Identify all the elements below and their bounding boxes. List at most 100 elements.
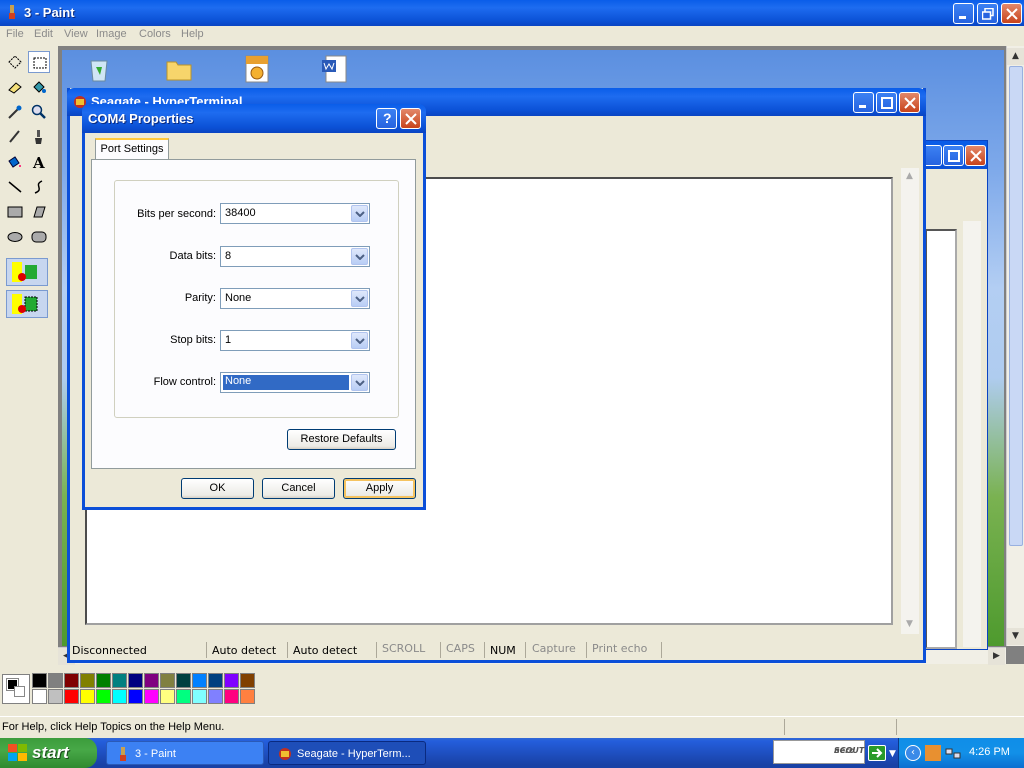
apply-button[interactable]: Apply: [343, 478, 416, 499]
data-bits-select[interactable]: 8: [220, 246, 370, 267]
minimize-button[interactable]: [953, 3, 974, 24]
network-icon[interactable]: [945, 745, 961, 761]
color-swatch[interactable]: [176, 689, 191, 704]
current-colors[interactable]: [2, 674, 30, 704]
line-icon[interactable]: [4, 176, 26, 198]
ht-close-button[interactable]: [899, 92, 920, 113]
menu-image[interactable]: Image: [96, 28, 127, 40]
menu-colors[interactable]: Colors: [139, 28, 171, 40]
restore-defaults-button[interactable]: Restore Defaults: [287, 429, 396, 450]
text-tool-icon[interactable]: A: [28, 151, 50, 173]
color-swatch[interactable]: [112, 689, 127, 704]
color-swatch[interactable]: [192, 689, 207, 704]
scroll-down-icon[interactable]: ▼: [1007, 628, 1024, 645]
transparency-opaque-icon[interactable]: [6, 258, 48, 286]
vertical-scroll-thumb[interactable]: [1009, 66, 1023, 546]
color-swatch[interactable]: [64, 673, 79, 688]
taskbar-item-hyperterminal[interactable]: Seagate - HyperTerm...: [268, 741, 426, 765]
color-swatch[interactable]: [192, 673, 207, 688]
chevron-down-icon[interactable]: [351, 374, 368, 391]
brush-icon[interactable]: [28, 126, 50, 148]
color-swatch[interactable]: [160, 673, 175, 688]
terminal-scroll-down-icon[interactable]: ▼: [901, 616, 918, 633]
color-swatch[interactable]: [224, 673, 239, 688]
menu-view[interactable]: View: [64, 28, 88, 40]
bg-maximize-button[interactable]: [943, 145, 964, 166]
transparency-clear-icon[interactable]: [6, 290, 48, 318]
color-swatch[interactable]: [80, 673, 95, 688]
tab-port-settings[interactable]: Port Settings: [95, 138, 169, 160]
rounded-rect-icon[interactable]: [28, 226, 50, 248]
bits-per-second-select[interactable]: 38400: [220, 203, 370, 224]
color-swatch[interactable]: [48, 673, 63, 688]
flow-control-select[interactable]: None: [220, 372, 370, 393]
eraser-icon[interactable]: [4, 76, 26, 98]
terminal-scroll-up-icon[interactable]: ▲: [901, 168, 918, 185]
color-swatch[interactable]: [64, 689, 79, 704]
menu-edit[interactable]: Edit: [34, 28, 53, 40]
chevron-down-icon[interactable]: [351, 332, 368, 349]
ellipse-icon[interactable]: [4, 226, 26, 248]
menu-help[interactable]: Help: [181, 28, 204, 40]
bg-close-button[interactable]: [965, 145, 986, 166]
color-swatch[interactable]: [144, 689, 159, 704]
terminal-scrollbar[interactable]: ▲ ▼: [901, 168, 919, 634]
color-swatch[interactable]: [208, 689, 223, 704]
color-swatch[interactable]: [144, 673, 159, 688]
fill-bucket-icon[interactable]: [28, 76, 50, 98]
scroll-up-icon[interactable]: ▲: [1007, 48, 1024, 65]
curve-icon[interactable]: [28, 176, 50, 198]
dialog-close-button[interactable]: [400, 108, 421, 129]
magnifier-icon[interactable]: [28, 101, 50, 123]
color-swatch[interactable]: [80, 689, 95, 704]
color-swatch[interactable]: [32, 689, 47, 704]
chevron-down-icon[interactable]: [351, 290, 368, 307]
color-swatch[interactable]: [224, 689, 239, 704]
chevron-down-icon[interactable]: [351, 248, 368, 265]
parity-select[interactable]: None: [220, 288, 370, 309]
close-button[interactable]: [1001, 3, 1022, 24]
color-swatch[interactable]: [112, 673, 127, 688]
ht-maximize-button[interactable]: [876, 92, 897, 113]
rect-select-icon[interactable]: [28, 51, 50, 73]
color-swatch[interactable]: [240, 689, 255, 704]
color-swatch[interactable]: [96, 689, 111, 704]
nero-scout-icon[interactable]: nero SCOUT: [773, 740, 865, 764]
bg-scrollbar[interactable]: [963, 221, 981, 647]
ht-minimize-button[interactable]: [853, 92, 874, 113]
rectangle-icon[interactable]: [4, 201, 26, 223]
chevron-down-icon[interactable]: ▼: [889, 749, 896, 759]
polygon-icon[interactable]: [28, 201, 50, 223]
start-button[interactable]: start: [0, 738, 97, 768]
color-swatch[interactable]: [128, 689, 143, 704]
paint-title-bar: 3 - Paint: [0, 0, 1024, 26]
canvas-vertical-scrollbar[interactable]: ▲ ▼: [1006, 46, 1024, 646]
color-picker-icon[interactable]: [4, 101, 26, 123]
free-select-icon[interactable]: [4, 51, 26, 73]
airbrush-icon[interactable]: [4, 151, 26, 173]
color-swatch[interactable]: [176, 673, 191, 688]
color-swatch[interactable]: [96, 673, 111, 688]
restore-button[interactable]: [977, 3, 998, 24]
cancel-button[interactable]: Cancel: [262, 478, 335, 499]
bits-per-second-label: Bits per second:: [137, 208, 216, 220]
chevron-down-icon[interactable]: [351, 205, 368, 222]
dialog-title: COM4 Properties: [88, 111, 194, 126]
taskbar-item-hyperterminal-label: Seagate - HyperTerm...: [297, 748, 411, 760]
taskbar-item-paint[interactable]: 3 - Paint: [106, 741, 264, 765]
ok-button[interactable]: OK: [181, 478, 254, 499]
help-button[interactable]: ?: [376, 108, 397, 129]
stop-bits-select[interactable]: 1: [220, 330, 370, 351]
pencil-icon[interactable]: [4, 126, 26, 148]
arrow-right-icon[interactable]: [868, 745, 886, 761]
color-swatch[interactable]: [128, 673, 143, 688]
color-swatch[interactable]: [32, 673, 47, 688]
chevron-left-icon[interactable]: ‹: [905, 745, 921, 761]
tray-app-icon[interactable]: [925, 745, 941, 761]
color-swatch[interactable]: [48, 689, 63, 704]
color-swatch[interactable]: [160, 689, 175, 704]
color-swatch[interactable]: [208, 673, 223, 688]
menu-file[interactable]: File: [6, 28, 24, 40]
color-swatch[interactable]: [240, 673, 255, 688]
scroll-right-icon[interactable]: ▶: [988, 648, 1005, 665]
